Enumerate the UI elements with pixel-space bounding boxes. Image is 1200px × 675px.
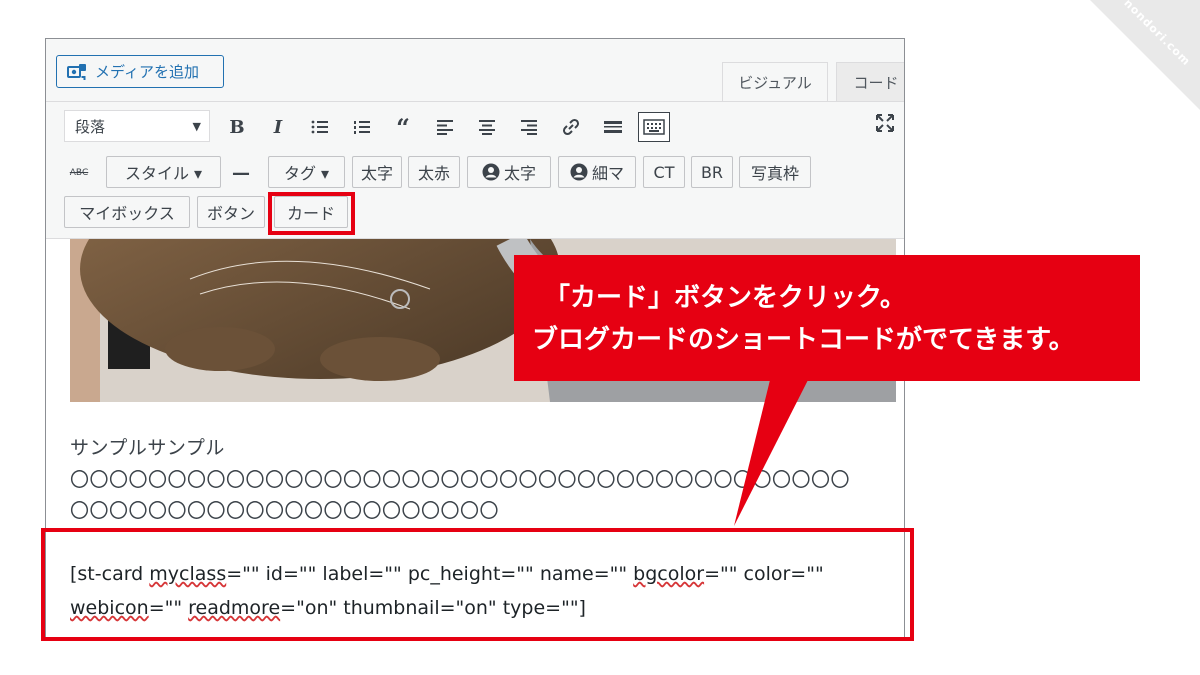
strikethrough-icon[interactable]: ABC (66, 160, 92, 186)
user-circle-icon (482, 163, 500, 181)
add-media-button[interactable]: メディアを追加 (56, 55, 224, 88)
style-select[interactable]: スタイル ▾ (106, 156, 221, 188)
chevron-down-icon: ▼ (192, 120, 201, 133)
tab-code[interactable]: コード (836, 62, 904, 102)
editor-toolbar: 段落 ▼ B I “ ABC スタイル ▾ — タグ ▾ 太字 太赤 太字 細マ… (46, 101, 904, 239)
tab-visual[interactable]: ビジュアル (722, 62, 828, 102)
link-icon[interactable] (558, 114, 584, 140)
user-circle-icon (570, 163, 588, 181)
align-right-icon[interactable] (516, 114, 542, 140)
instruction-callout: 「カード」ボタンをクリック。 ブログカードのショートコードがでてきます。 (514, 255, 1140, 381)
toolbar-toggle-icon[interactable] (638, 112, 670, 142)
shortcode-highlight (41, 528, 914, 641)
read-more-icon[interactable] (600, 114, 626, 140)
br-button[interactable]: BR (691, 156, 733, 188)
tag-select[interactable]: タグ ▾ (268, 156, 345, 188)
blockquote-icon[interactable]: “ (390, 113, 416, 142)
my-box-button[interactable]: マイボックス (64, 196, 190, 228)
numbered-list-icon[interactable] (349, 114, 375, 140)
user-thin-button[interactable]: 細マ (558, 156, 636, 188)
horizontal-line-icon[interactable]: — (228, 160, 254, 186)
user-bold-label: 太字 (503, 164, 536, 183)
format-select[interactable]: 段落 ▼ (64, 110, 210, 142)
callout-line-1: 「カード」ボタンをクリック。 (544, 283, 906, 313)
align-left-icon[interactable] (432, 114, 458, 140)
callout-pointer (734, 380, 808, 526)
bold-style-button[interactable]: 太字 (352, 156, 402, 188)
bold-icon[interactable]: B (224, 114, 250, 140)
user-bold-button[interactable]: 太字 (467, 156, 551, 188)
format-select-value: 段落 (75, 117, 106, 136)
card-button-highlight (268, 192, 355, 235)
button-button[interactable]: ボタン (197, 196, 265, 228)
ct-button[interactable]: CT (643, 156, 685, 188)
italic-icon[interactable]: I (265, 114, 291, 140)
add-media-label: メディアを追加 (95, 63, 199, 81)
bulleted-list-icon[interactable] (307, 114, 333, 140)
user-thin-label: 細マ (591, 164, 624, 183)
align-center-icon[interactable] (474, 114, 500, 140)
bold-red-button[interactable]: 太赤 (408, 156, 460, 188)
callout-line-2: ブログカードのショートコードがでてきます。 (532, 325, 1075, 355)
media-icon (67, 63, 86, 80)
editor-header: メディアを追加 ビジュアル コード (46, 39, 904, 102)
photo-frame-button[interactable]: 写真枠 (739, 156, 811, 188)
fullscreen-icon[interactable] (872, 110, 898, 136)
